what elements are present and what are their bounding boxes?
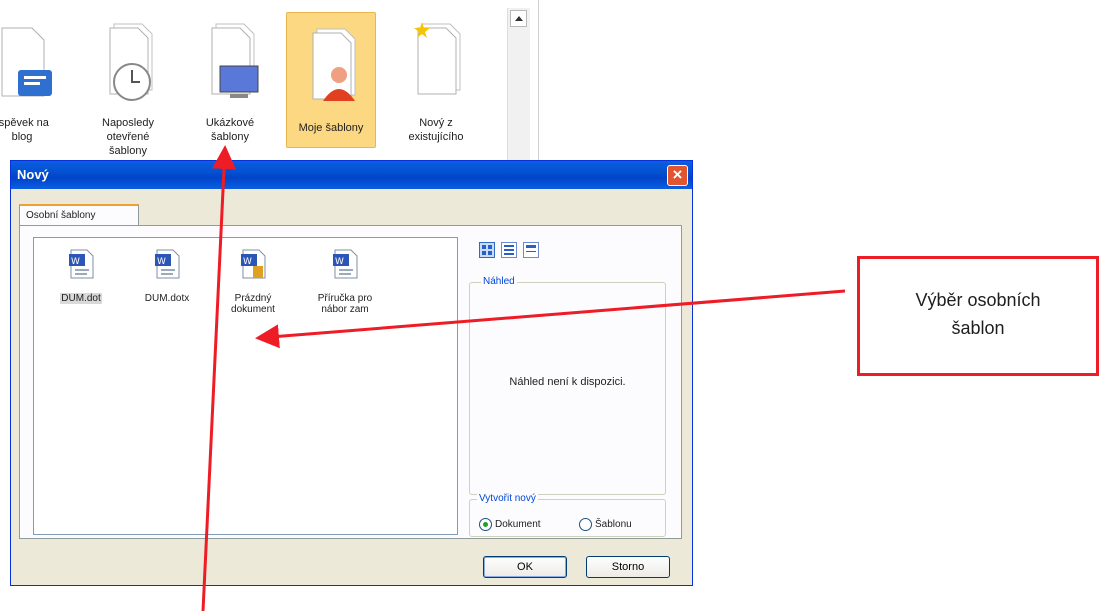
dialog-title: Nový — [17, 167, 49, 182]
list-view-button[interactable] — [501, 242, 517, 258]
divider — [538, 0, 539, 160]
annotation-callout: Výběr osobních šablon — [857, 256, 1099, 376]
gallery-item-label: Ukázkové šablony — [205, 117, 255, 143]
tab-personal-templates[interactable]: Osobní šablony — [19, 204, 139, 226]
preview-group — [469, 282, 666, 495]
new-from-existing-icon — [414, 22, 461, 95]
list-item-dum-dotx[interactable]: W DUM.dotx — [126, 248, 208, 304]
radio-label: Šablonu — [595, 519, 632, 531]
word-template-icon: W — [333, 249, 358, 279]
cancel-button[interactable]: Storno — [586, 556, 670, 578]
list-item-label: DUM.dot — [60, 293, 102, 304]
recent-clock-icon — [109, 23, 153, 101]
svg-text:W: W — [335, 257, 344, 267]
preview-text: Náhled není k dispozici. — [509, 376, 626, 388]
ok-button[interactable]: OK — [483, 556, 567, 578]
gallery-item-blog-post[interactable]: řspěvek na blog — [0, 8, 66, 156]
gallery-item-new-from-existing[interactable]: Nový z existujícího — [392, 8, 480, 156]
gallery-scrollbar[interactable] — [507, 8, 530, 160]
close-icon: × — [672, 165, 683, 184]
svg-text:W: W — [243, 257, 252, 267]
close-button[interactable]: × — [667, 165, 688, 186]
large-icons-view-button[interactable] — [479, 242, 495, 258]
details-view-button[interactable] — [523, 242, 539, 258]
blog-post-icon — [1, 27, 52, 97]
list-item-label: Prázdný dokument — [231, 293, 275, 315]
my-templates-person-icon — [312, 28, 356, 101]
gallery-item-my-templates[interactable]: Moje šablony — [286, 12, 376, 148]
list-item-label: DUM.dotx — [144, 293, 190, 304]
create-new-label: Vytvořit nový — [477, 493, 538, 504]
callout-text: Výběr osobních šablon — [915, 290, 1041, 338]
scroll-up-icon[interactable] — [510, 10, 527, 27]
list-item-handbook[interactable]: W Příručka pro nábor zam — [304, 248, 386, 315]
template-gallery: řspěvek na blog Naposledy otevřené šablo… — [0, 0, 540, 160]
dialog-titlebar[interactable]: Nový × — [11, 161, 692, 189]
gallery-item-label: Nový z existujícího — [408, 117, 464, 143]
list-item-label: Příručka pro nábor zam — [317, 293, 373, 315]
radio-template[interactable]: Šablonu — [579, 518, 632, 532]
radio-label: Dokument — [495, 519, 541, 531]
gallery-item-recent[interactable]: Naposledy otevřené šablony — [84, 8, 172, 157]
sample-templates-icon — [211, 23, 259, 98]
radio-unchecked-icon — [579, 518, 592, 531]
svg-text:W: W — [71, 257, 80, 267]
radio-checked-icon — [479, 518, 492, 531]
list-item-dum-dot[interactable]: W DUM.dot — [40, 248, 122, 304]
word-template-icon: W — [69, 249, 94, 279]
preview-label: Náhled — [481, 276, 517, 287]
gallery-item-label: řspěvek na blog — [0, 117, 49, 143]
new-document-dialog: Nový × Osobní šablony W DUM.dot W DUM.do… — [10, 160, 693, 586]
word-template-icon: W — [155, 249, 180, 279]
gallery-item-label: Moje šablony — [298, 122, 364, 134]
gallery-item-sample-templates[interactable]: Ukázkové šablony — [186, 8, 274, 156]
gallery-item-label: Naposledy otevřené šablony — [102, 117, 154, 157]
svg-text:W: W — [157, 257, 166, 267]
word-blank-document-icon: W — [241, 249, 266, 279]
list-item-blank-document[interactable]: W Prázdný dokument — [212, 248, 294, 315]
template-file-list[interactable]: W DUM.dot W DUM.dotx W Prázdný dokument — [33, 237, 458, 535]
radio-document[interactable]: Dokument — [479, 518, 541, 532]
